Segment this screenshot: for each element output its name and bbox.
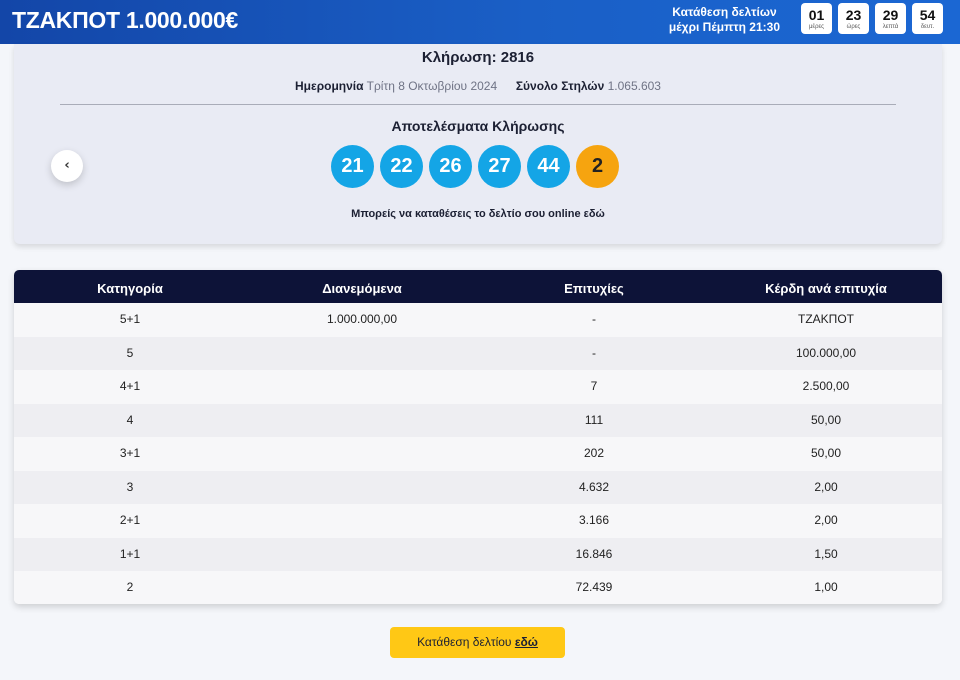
cell-category: 2	[126, 580, 134, 594]
countdown-label: λεπτά	[882, 24, 899, 30]
countdown: 01 μέρες 23 ώρες 29 λεπτά 54 δευτ.	[801, 3, 943, 34]
number-ball: 26	[429, 145, 472, 188]
table-row: 5+1 1.000.000,00 - ΤΖΑΚΠΟΤ	[14, 303, 942, 337]
cell-distributed	[246, 504, 478, 538]
countdown-days: 01 μέρες	[801, 3, 832, 34]
cell-category: 4	[126, 412, 134, 427]
cell-category: 1+1	[119, 546, 141, 561]
number-ball: 22	[380, 145, 423, 188]
cell-winners: 7	[590, 379, 598, 393]
table-row: 2+1 3.166 2,00	[14, 504, 942, 538]
cell-distributed	[246, 337, 478, 371]
number-ball: 27	[478, 145, 521, 188]
countdown-hours: 23 ώρες	[838, 3, 869, 34]
countdown-value: 54	[919, 7, 936, 23]
cell-winners: 4.632	[578, 479, 610, 494]
table-row: 4+1 7 2.500,00	[14, 370, 942, 404]
countdown-minutes: 29 λεπτά	[875, 3, 906, 34]
cell-winners: 16.846	[575, 546, 613, 561]
table-row: 3+1 202 50,00	[14, 437, 942, 471]
deposit-text: Κατάθεση δελτίου	[417, 635, 512, 649]
cell-prize: 50,00	[810, 412, 842, 427]
cell-distributed	[246, 404, 478, 438]
cell-winners: 202	[583, 446, 605, 460]
date-label: Ημερομηνία	[295, 79, 364, 93]
columns-label: Σύνολο Στηλών	[515, 79, 605, 93]
cell-winners: -	[592, 312, 596, 326]
jackpot-title: ΤΖΑΚΠΟΤ 1.000.000€	[12, 7, 238, 33]
table-row: 3 4.632 2,00	[14, 470, 942, 505]
table-body: 5+1 1.000.000,00 - ΤΖΑΚΠΟΤ 5 - 100.000,0…	[14, 303, 942, 604]
number-ball: 44	[527, 145, 570, 188]
online-text: Μπορείς να καταθέσεις το δελτίο σου onli…	[351, 208, 581, 220]
header-prize: Κέρδη ανά επιτυχία	[765, 281, 887, 296]
countdown-value: 29	[882, 7, 899, 23]
chevron-left-icon: ‹	[64, 158, 70, 173]
results-title: Αποτελέσματα Κλήρωσης	[391, 118, 565, 134]
countdown-label: μέρες	[808, 24, 825, 30]
cell-winners: -	[592, 345, 596, 360]
cell-category: 5	[126, 345, 134, 360]
cell-prize: 50,00	[810, 446, 842, 460]
deadline-line-1: Κατάθεση δελτίων	[672, 5, 777, 19]
cell-winners: 3.166	[578, 513, 610, 527]
cell-prize: 2.500,00	[802, 379, 850, 393]
table-row: 5 - 100.000,00	[14, 336, 942, 371]
cell-prize: 2,00	[814, 479, 838, 494]
cell-winners: 111	[584, 412, 604, 427]
countdown-value: 23	[845, 7, 862, 23]
cell-prize: 1,50	[814, 546, 838, 561]
countdown-value: 01	[808, 7, 825, 23]
header-category: Κατηγορία	[97, 281, 163, 296]
bonus-ball: 2	[576, 145, 619, 188]
previous-draw-button[interactable]: ‹	[51, 150, 83, 182]
table-row: 1+1 16.846 1,50	[14, 537, 942, 572]
cell-prize: 100.000,00	[795, 345, 857, 360]
cell-prize: ΤΖΑΚΠΟΤ	[798, 312, 854, 326]
cell-prize: 1,00	[814, 580, 838, 594]
online-note: Μπορείς να καταθέσεις το δελτίο σου onli…	[14, 208, 942, 220]
winning-numbers: 21 22 26 27 44 2	[331, 145, 619, 188]
countdown-seconds: 54 δευτ.	[912, 3, 943, 34]
top-bar: ΤΖΑΚΠΟΤ 1.000.000€ Κατάθεση δελτίων μέχρ…	[0, 0, 960, 44]
table-header: Κατηγορία Διανεμόμενα Επιτυχίες Κέρδη αν…	[14, 270, 942, 303]
cell-category: 4+1	[119, 379, 141, 393]
draw-meta: Ημερομηνία Τρίτη 8 Οκτωβρίου 2024 Σύνολο…	[14, 79, 942, 93]
cell-distributed	[246, 571, 478, 604]
draw-title: Κλήρωση: 2816	[421, 49, 535, 66]
cell-category: 2+1	[119, 513, 141, 527]
number-ball: 21	[331, 145, 374, 188]
cell-category: 3+1	[119, 446, 141, 460]
divider	[60, 104, 896, 105]
countdown-label: ώρες	[846, 24, 861, 30]
countdown-label: δευτ.	[920, 24, 935, 30]
cell-prize: 2,00	[814, 513, 838, 527]
cell-distributed: 1.000.000,00	[326, 312, 398, 326]
cell-distributed	[246, 370, 478, 404]
columns-value: 1.065.603	[607, 79, 661, 93]
deposit-ticket-button[interactable]: Κατάθεση δελτίου εδώ	[390, 627, 565, 658]
cell-distributed	[246, 538, 478, 572]
deadline-line-2: μέχρι Πέμπτη 21:30	[668, 20, 780, 34]
cell-category: 5+1	[119, 312, 141, 326]
table-row: 2 72.439 1,00	[14, 571, 942, 604]
header-distributed: Διανεμόμενα	[322, 281, 402, 296]
cell-category: 3	[126, 479, 134, 494]
header-winners: Επιτυχίες	[564, 281, 624, 296]
cell-winners: 72.439	[575, 580, 613, 594]
cell-distributed	[246, 437, 478, 471]
online-link[interactable]: εδώ	[584, 208, 605, 220]
deposit-link[interactable]: εδώ	[515, 635, 538, 649]
draw-panel: Κλήρωση: 2816 Ημερομηνία Τρίτη 8 Οκτωβρί…	[14, 44, 942, 244]
deadline-info: Κατάθεση δελτίων μέχρι Πέμπτη 21:30	[669, 5, 780, 35]
prize-table: Κατηγορία Διανεμόμενα Επιτυχίες Κέρδη αν…	[14, 270, 942, 604]
table-row: 4 111 50,00	[14, 403, 942, 438]
cell-distributed	[246, 471, 478, 505]
date-value: Τρίτη 8 Οκτωβρίου 2024	[366, 79, 498, 93]
